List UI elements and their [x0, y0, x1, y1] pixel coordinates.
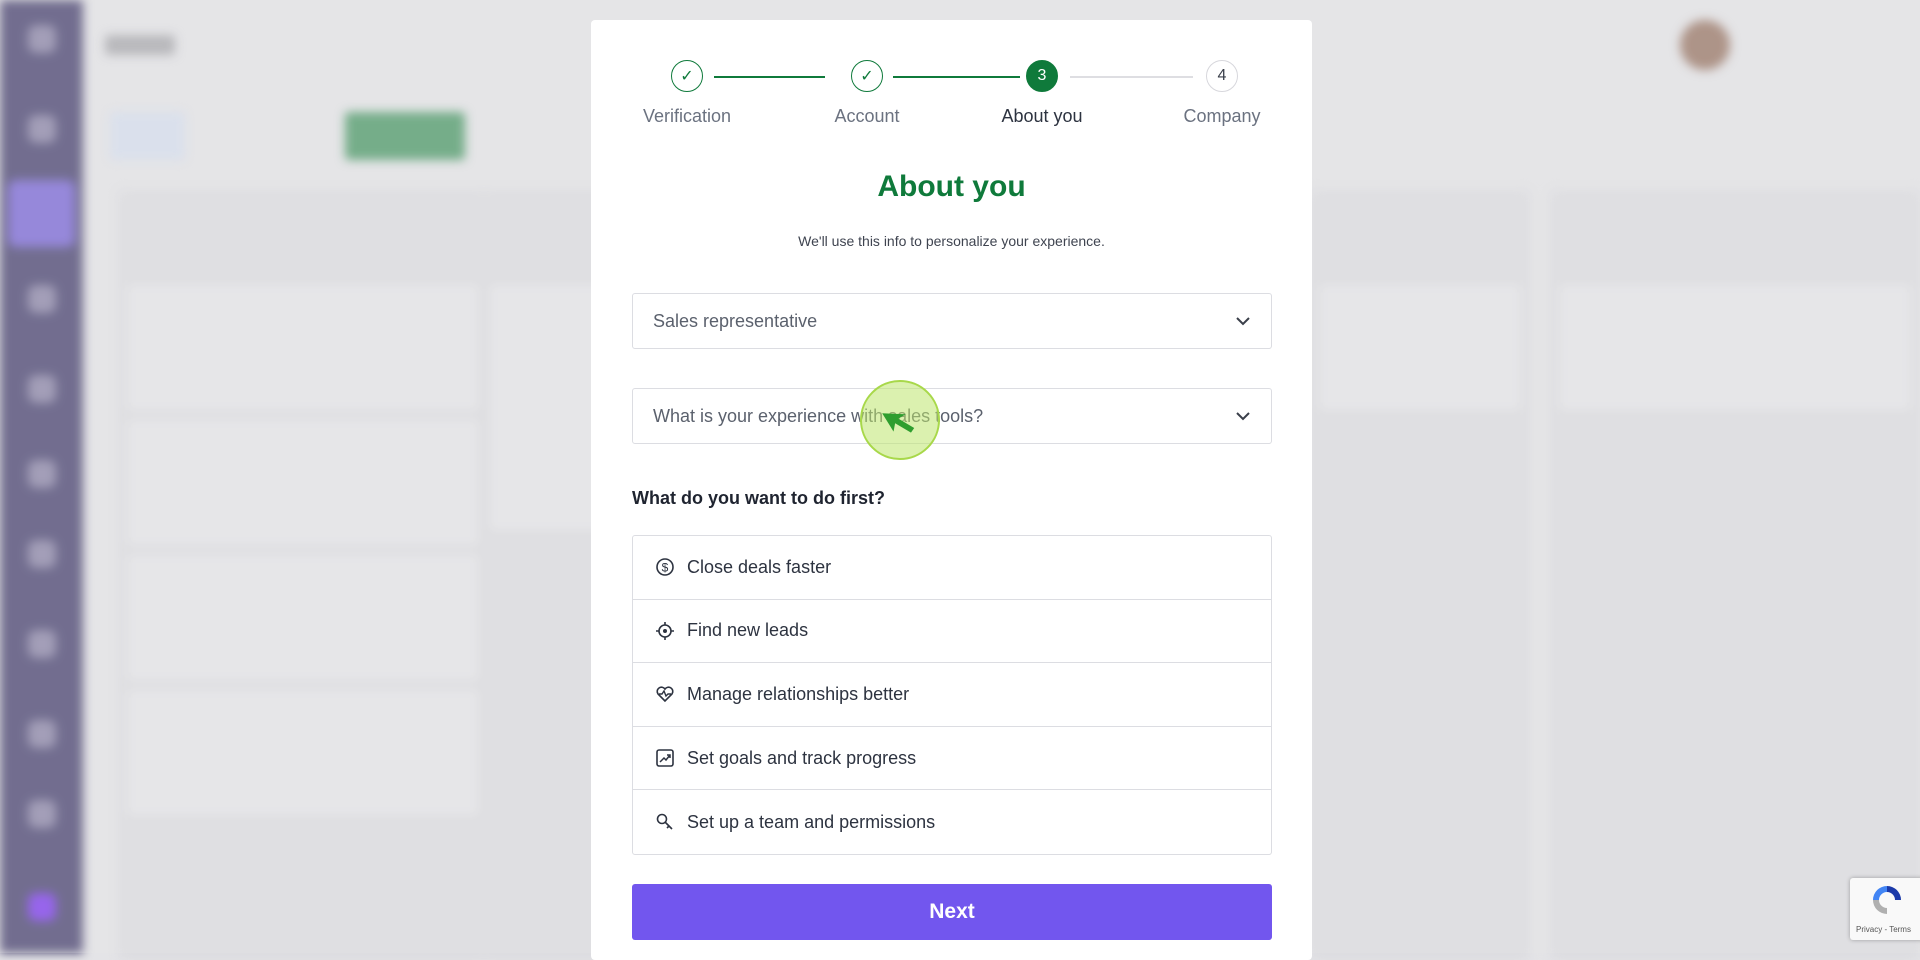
key-icon — [656, 813, 673, 830]
click-indicator — [860, 380, 940, 460]
recaptcha-links[interactable]: Privacy - Terms — [1856, 925, 1911, 934]
modal-subtitle: We'll use this info to personalize your … — [798, 233, 1105, 249]
goal-label: Set up a team and permissions — [687, 811, 936, 832]
heart-pulse-icon — [656, 686, 674, 703]
goal-label: Close deals faster — [687, 556, 832, 577]
step-connector — [714, 76, 825, 78]
step-verification-check-icon: ✓ — [671, 60, 703, 92]
recaptcha-logo-icon — [1873, 886, 1901, 914]
chevron-down-icon — [1236, 412, 1250, 421]
step-label: Verification — [642, 106, 732, 126]
role-select[interactable]: Sales representative — [632, 293, 1272, 349]
next-button[interactable]: Next — [632, 884, 1272, 940]
goal-label: Find new leads — [687, 620, 809, 641]
step-connector — [893, 76, 1020, 78]
step-company: 4 — [1206, 60, 1238, 92]
target-icon — [656, 621, 674, 640]
goal-label: Set goals and track progress — [687, 747, 917, 768]
goal-option[interactable]: $ Close deals faster — [633, 536, 1271, 600]
modal-title: About you — [877, 170, 1026, 203]
goal-option[interactable]: Set goals and track progress — [633, 727, 1271, 791]
chart-up-icon — [656, 749, 674, 767]
goal-label: Manage relationships better — [687, 683, 910, 704]
step-about-you: 3 — [1026, 60, 1058, 92]
goals-list: $ Close deals faster Find new leads Mana… — [632, 535, 1272, 855]
svg-text:$: $ — [662, 561, 669, 575]
step-label: About you — [1001, 106, 1083, 126]
dollar-circle-icon: $ — [656, 558, 674, 577]
recaptcha-badge[interactable]: Privacy - Terms — [1850, 878, 1920, 940]
goal-option[interactable]: Find new leads — [633, 600, 1271, 664]
step-account-check-icon: ✓ — [851, 60, 883, 92]
onboarding-modal: ✓ ✓ 3 4 Verification Account About you C… — [591, 20, 1312, 960]
chevron-down-icon — [1236, 317, 1250, 326]
step-label: Account — [834, 106, 900, 126]
goals-heading: What do you want to do first? — [632, 488, 885, 508]
goal-option[interactable]: Set up a team and permissions — [633, 790, 1271, 854]
role-select-value: Sales representative — [653, 310, 818, 331]
goal-option[interactable]: Manage relationships better — [633, 663, 1271, 727]
experience-select[interactable]: What is your experience with sales tools… — [632, 388, 1272, 444]
step-label: Company — [1183, 106, 1261, 126]
step-connector — [1070, 76, 1193, 78]
cursor-arrow-icon — [882, 413, 915, 433]
